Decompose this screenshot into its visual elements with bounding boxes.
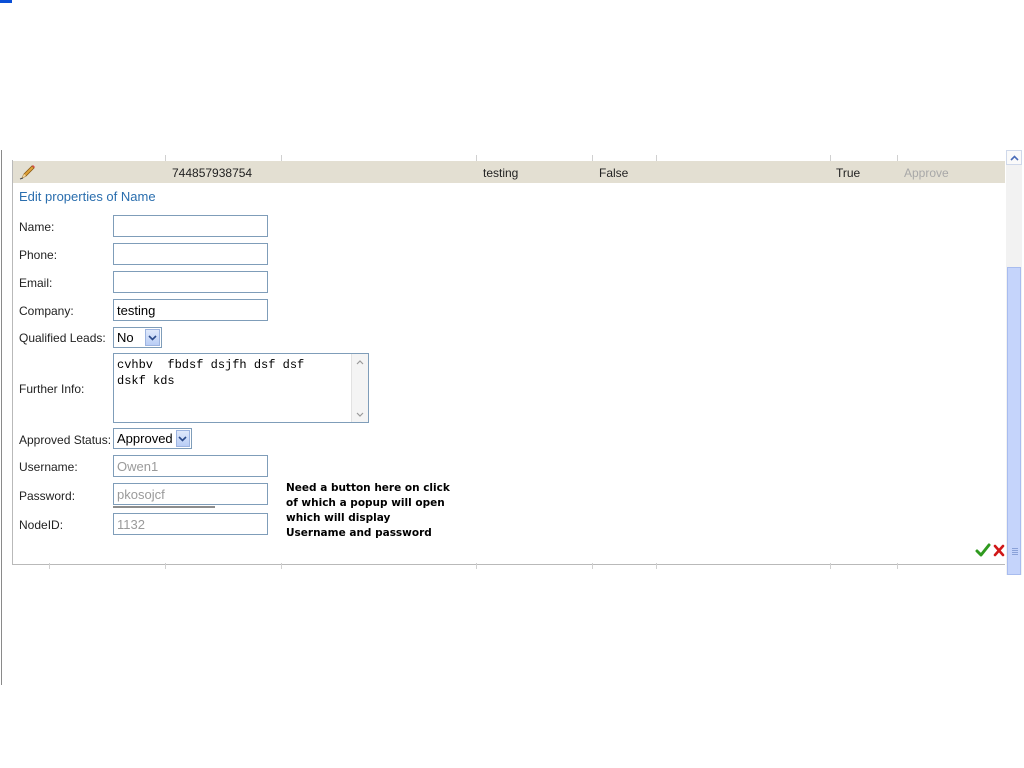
textarea-scrollbar[interactable] <box>351 354 368 422</box>
page-scrollbar[interactable] <box>1006 150 1022 575</box>
company-input[interactable] <box>113 299 268 321</box>
column-divider <box>476 563 477 569</box>
scroll-up-icon[interactable] <box>353 355 367 369</box>
chevron-down-icon[interactable] <box>175 430 190 447</box>
form-title: Edit properties of Name <box>19 189 156 204</box>
qualified-leads-label: Qualified Leads: <box>19 331 106 345</box>
column-divider <box>165 563 166 569</box>
checkmark-icon[interactable] <box>975 543 991 558</box>
pencil-icon[interactable] <box>19 164 37 180</box>
qualified-leads-value: No <box>117 330 134 345</box>
left-divider <box>1 150 2 685</box>
phone-label: Phone: <box>19 248 58 262</box>
column-divider <box>897 563 898 569</box>
further-info-textarea[interactable]: cvhbv fbdsf dsjfh dsf dsf dskf kds <box>113 353 369 423</box>
email-label: Email: <box>19 276 53 290</box>
password-input[interactable] <box>113 483 268 505</box>
column-divider <box>592 563 593 569</box>
phone-input[interactable] <box>113 243 268 265</box>
table-row: 744857938754 testing False True Approve <box>13 161 1005 183</box>
approved-status-label: Approved Status: <box>19 433 112 447</box>
column-divider <box>656 563 657 569</box>
scroll-up-icon[interactable] <box>1006 150 1022 165</box>
company-label: Company: <box>19 304 74 318</box>
username-label: Username: <box>19 460 78 474</box>
further-info-label: Further Info: <box>19 382 85 396</box>
email-input[interactable] <box>113 271 268 293</box>
close-icon[interactable] <box>993 544 1005 557</box>
row-id-cell: 744857938754 <box>172 166 253 180</box>
approved-status-select[interactable]: Approved <box>113 428 192 449</box>
row-company-cell: testing <box>483 166 519 180</box>
row-true-cell: True <box>836 166 861 180</box>
password-underline <box>113 506 215 508</box>
corner-mark <box>0 0 12 3</box>
further-info-text: cvhbv fbdsf dsjfh dsf dsf dskf kds <box>117 358 305 388</box>
column-divider <box>830 563 831 569</box>
page: 744857938754 testing False True Approve … <box>0 0 1024 768</box>
column-divider <box>49 563 50 569</box>
approve-link[interactable]: Approve <box>904 166 949 180</box>
nodeid-input[interactable] <box>113 513 268 535</box>
scrollbar-grip <box>1012 548 1018 556</box>
username-input[interactable] <box>113 455 268 477</box>
scroll-down-icon[interactable] <box>353 407 367 421</box>
name-input[interactable] <box>113 215 268 237</box>
qualified-leads-select[interactable]: No <box>113 327 162 348</box>
column-divider <box>281 563 282 569</box>
nodeid-label: NodeID: <box>19 518 64 532</box>
approved-status-value: Approved <box>117 431 173 446</box>
password-label: Password: <box>19 489 76 503</box>
row-false-cell: False <box>599 166 629 180</box>
chevron-down-icon[interactable] <box>145 329 160 346</box>
scrollbar-thumb[interactable] <box>1007 267 1021 575</box>
annotation-note: Need a button here on click of which a p… <box>286 482 450 539</box>
name-label: Name: <box>19 220 55 234</box>
